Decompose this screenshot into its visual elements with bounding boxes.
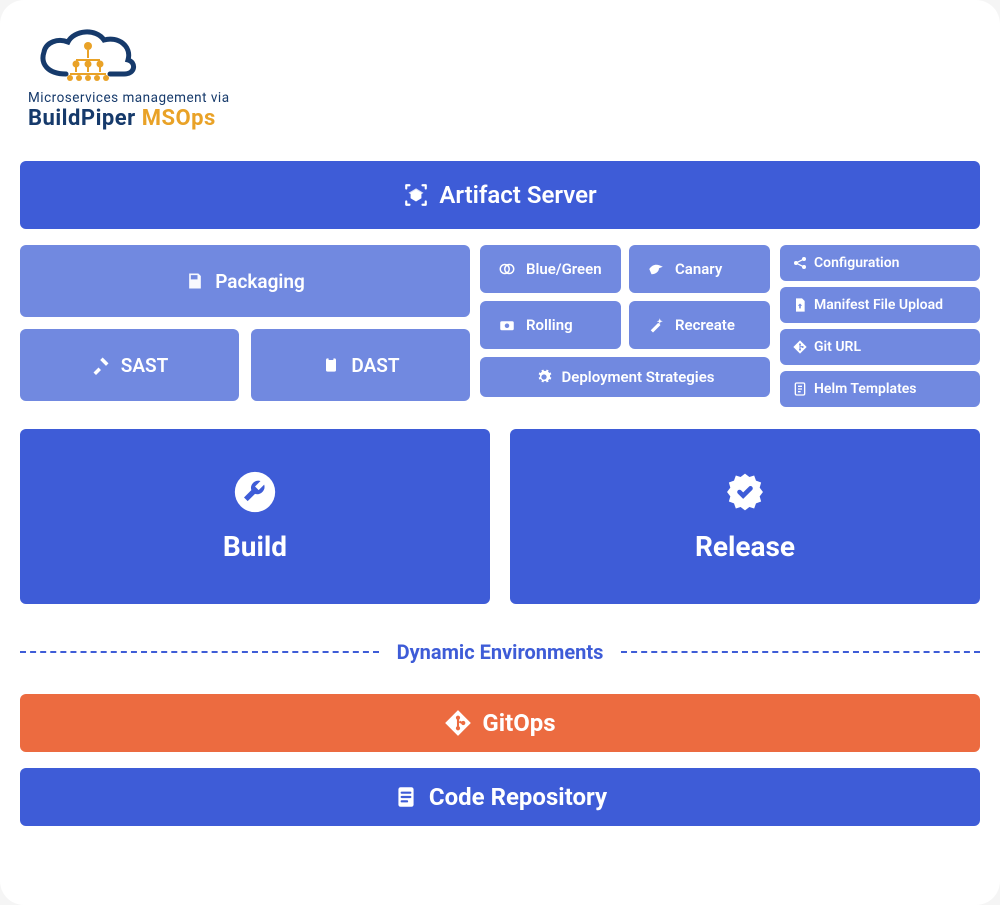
- camera-icon: [498, 316, 516, 334]
- artifact-server-tile: Artifact Server: [20, 161, 980, 229]
- clipboard-icon: [321, 355, 341, 375]
- canary-tile: Canary: [629, 245, 770, 293]
- configuration-tile: Configuration: [780, 245, 980, 281]
- cloud-tree-icon: [28, 24, 148, 88]
- logo-title: BuildPiper MSOps: [28, 106, 216, 131]
- recreate-label: Recreate: [675, 316, 735, 334]
- share-icon: [792, 255, 808, 271]
- git-icon: [444, 709, 472, 737]
- manifest-upload-label: Manifest File Upload: [814, 297, 943, 313]
- recreate-tile: Recreate: [629, 301, 770, 349]
- logo-tagline: Microservices management via: [28, 90, 230, 106]
- canary-label: Canary: [675, 260, 722, 278]
- helm-templates-tile: Helm Templates: [780, 371, 980, 407]
- deployment-strategies-label: Deployment Strategies: [562, 368, 715, 386]
- save-icon: [185, 271, 205, 291]
- overlap-circles-icon: [498, 260, 516, 278]
- configuration-label: Configuration: [814, 255, 899, 271]
- gear-icon: [536, 369, 552, 385]
- tools-icon: [91, 355, 111, 375]
- divider-label: Dynamic Environments: [379, 640, 622, 664]
- file-upload-icon: [792, 297, 808, 313]
- blue-green-label: Blue/Green: [526, 260, 602, 278]
- helm-templates-label: Helm Templates: [814, 381, 917, 397]
- git-url-label: Git URL: [814, 339, 861, 355]
- build-label: Build: [223, 530, 287, 563]
- packaging-tile: Packaging: [20, 245, 470, 317]
- divider-line-right: [621, 651, 980, 653]
- gitops-tile: GitOps: [20, 694, 980, 752]
- document-icon: [393, 784, 419, 810]
- sast-tile: SAST: [20, 329, 239, 401]
- sast-label: SAST: [121, 354, 169, 377]
- rolling-tile: Rolling: [480, 301, 621, 349]
- code-repository-tile: Code Repository: [20, 768, 980, 826]
- gitops-label: GitOps: [482, 709, 555, 737]
- blue-green-tile: Blue/Green: [480, 245, 621, 293]
- build-card: Build: [20, 429, 490, 604]
- logo-title-part2: MSOps: [142, 106, 216, 131]
- packaging-label: Packaging: [215, 270, 305, 293]
- deployment-strategies-tile: Deployment Strategies: [480, 357, 770, 397]
- release-label: Release: [695, 530, 795, 563]
- rolling-label: Rolling: [526, 316, 573, 334]
- tiles-grid: Packaging SAST DAST: [20, 245, 980, 407]
- dynamic-environments-divider: Dynamic Environments: [20, 640, 980, 664]
- document-list-icon: [792, 381, 808, 397]
- bird-icon: [647, 260, 665, 278]
- magic-icon: [647, 316, 665, 334]
- release-card: Release: [510, 429, 980, 604]
- git-diamond-icon: [792, 339, 808, 355]
- verified-badge-icon: [723, 470, 767, 514]
- logo-block: Microservices management via BuildPiper …: [28, 24, 980, 131]
- manifest-upload-tile: Manifest File Upload: [780, 287, 980, 323]
- artifact-server-label: Artifact Server: [439, 181, 596, 209]
- git-url-tile: Git URL: [780, 329, 980, 365]
- scan-cube-icon: [403, 182, 429, 208]
- code-repository-label: Code Repository: [429, 783, 607, 811]
- dast-tile: DAST: [251, 329, 470, 401]
- dast-label: DAST: [351, 354, 399, 377]
- logo-title-part1: BuildPiper: [28, 106, 142, 131]
- wrench-circle-icon: [233, 470, 277, 514]
- divider-line-left: [20, 651, 379, 653]
